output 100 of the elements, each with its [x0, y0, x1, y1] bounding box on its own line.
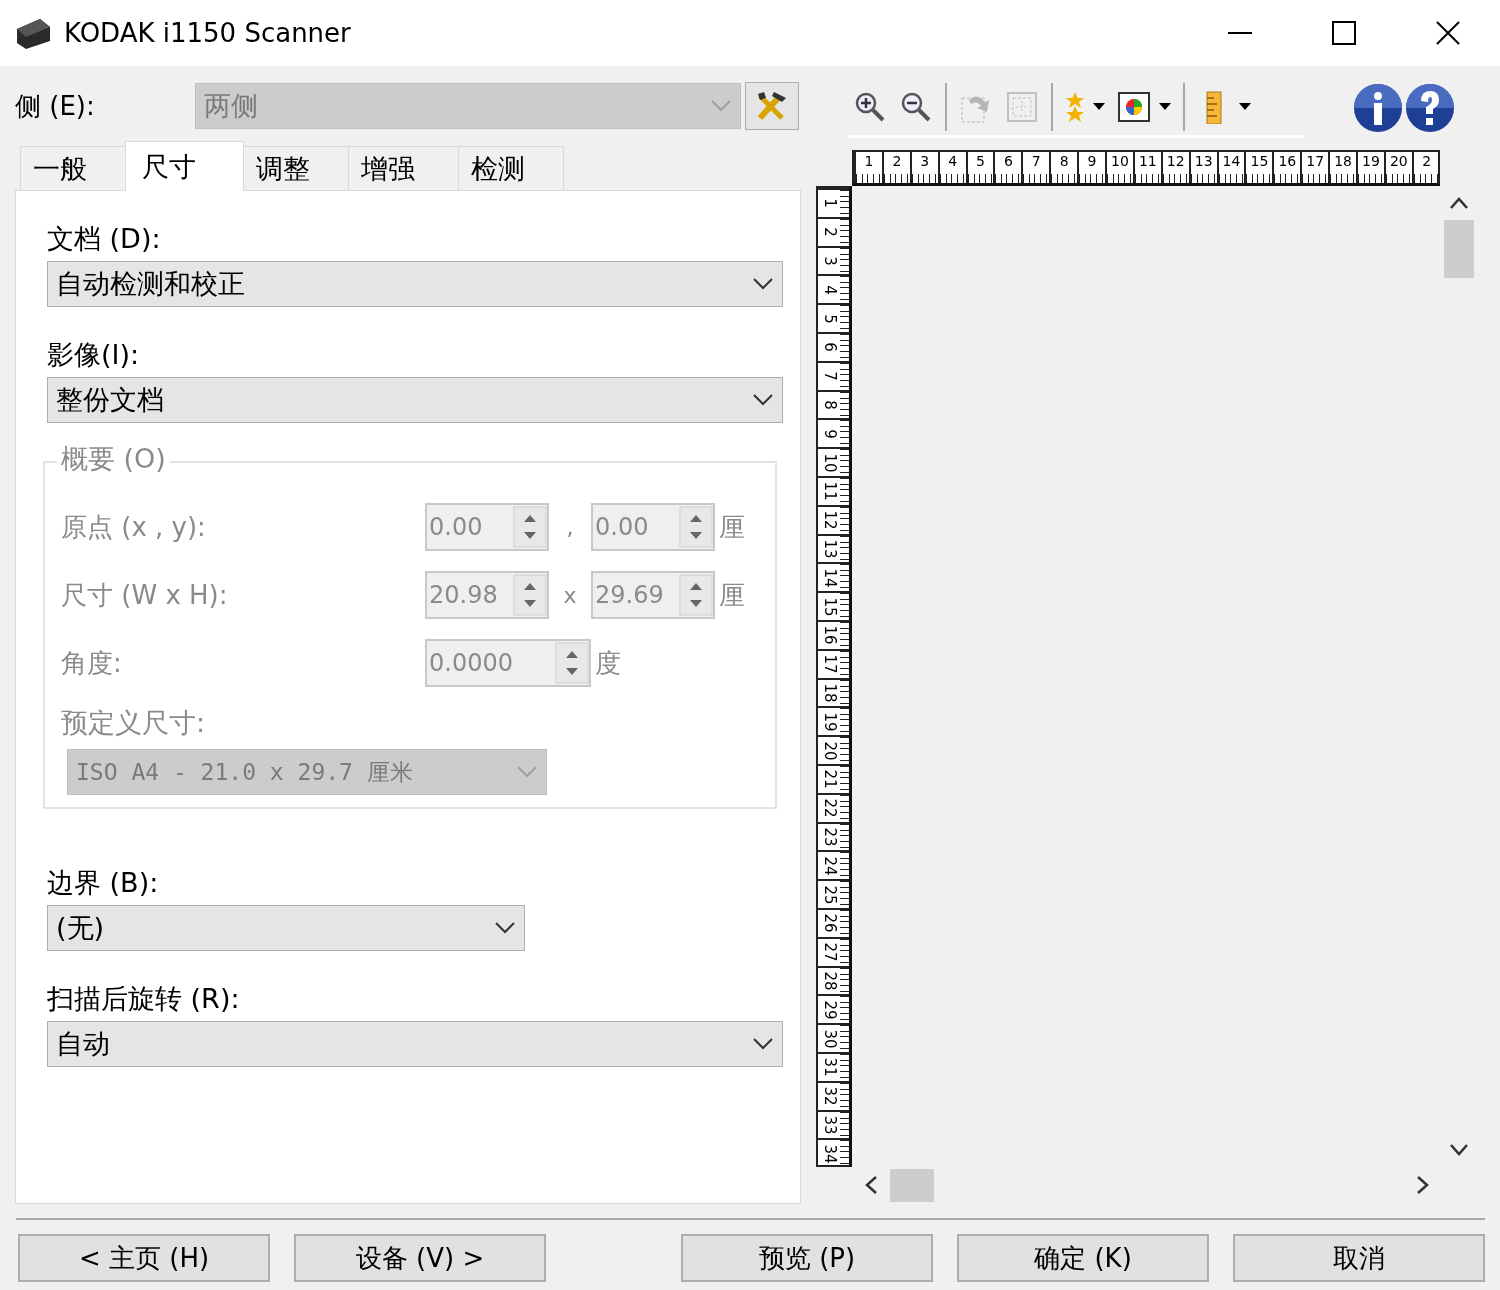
- separator-label: ,: [565, 514, 575, 540]
- ruler-number: 29: [821, 999, 839, 1020]
- color-wheel-icon: [1117, 89, 1151, 124]
- window-title: KODAK i1150 Scanner: [64, 18, 352, 48]
- ruler-number: 8: [1058, 152, 1070, 170]
- ruler-number: 20: [1388, 152, 1409, 170]
- field-label: 影像(I):: [47, 338, 141, 372]
- field-label: 尺寸 (W x H):: [61, 578, 229, 612]
- chevron-down-icon: [516, 765, 538, 779]
- ruler-number: 26: [821, 913, 839, 934]
- crop-frame-icon: [1005, 89, 1039, 124]
- ruler-number: 5: [975, 152, 986, 170]
- ruler-number: 16: [821, 625, 839, 646]
- dialog-button[interactable]: 预览 (P): [681, 1234, 933, 1282]
- ruler-number: 34: [821, 1143, 839, 1164]
- ruler-number: 32: [821, 1086, 839, 1107]
- dropdown[interactable]: 自动: [47, 1021, 783, 1067]
- dialog-button[interactable]: 取消: [1233, 1234, 1485, 1282]
- field-label: 角度:: [61, 646, 123, 680]
- minimize-icon: [1228, 32, 1252, 34]
- ruler-number: 13: [821, 538, 839, 559]
- chevron-down-icon: [752, 393, 774, 407]
- ruler-number: 7: [1030, 152, 1042, 170]
- ruler-number: 15: [1249, 152, 1270, 170]
- dialog-button[interactable]: 设备 (V) >: [294, 1234, 546, 1282]
- ruler-number: 15: [821, 596, 839, 617]
- ruler-number: 6: [1002, 152, 1014, 170]
- ruler-number: 21: [821, 769, 839, 790]
- ruler-number: 25: [821, 884, 839, 905]
- dropdown[interactable]: 自动检测和校正: [47, 261, 783, 307]
- dialog-button[interactable]: < 主页 (H): [18, 1234, 270, 1282]
- field-label: 文档 (D):: [47, 222, 162, 256]
- spin-arrows-icon: [513, 574, 547, 616]
- field-label: 边界 (B):: [47, 866, 160, 900]
- ruler-number: 5: [821, 312, 839, 326]
- ruler-number: 10: [821, 452, 839, 473]
- help-icon[interactable]: [1405, 83, 1455, 133]
- ruler-number: 33: [821, 1114, 839, 1135]
- tab[interactable]: 尺寸: [125, 141, 244, 191]
- ruler-number: 7: [821, 370, 839, 383]
- scroll-right-icon[interactable]: [1416, 1175, 1430, 1195]
- ruler-number: 31: [821, 1057, 839, 1078]
- ruler-number: 2: [1421, 152, 1433, 170]
- chevron-down-icon: [710, 99, 732, 113]
- scroll-down-icon[interactable]: [1449, 1143, 1469, 1157]
- scroll-thumb[interactable]: [1444, 220, 1474, 278]
- spin-arrows-icon: [679, 506, 713, 548]
- ruler-number: 4: [947, 152, 959, 170]
- settings-button[interactable]: [745, 82, 799, 130]
- spin-arrows-icon: [679, 574, 713, 616]
- chevron-down-icon: [752, 1037, 774, 1051]
- ruler-number: 1: [821, 197, 839, 211]
- ruler-number: 28: [821, 970, 839, 991]
- spin-arrows-icon: [555, 642, 589, 684]
- ruler-number: 17: [821, 654, 839, 675]
- ruler-number: 16: [1277, 152, 1298, 170]
- ruler-number: 19: [821, 711, 839, 732]
- ruler-number: 22: [821, 798, 839, 819]
- scroll-thumb[interactable]: [890, 1168, 934, 1202]
- unit-label: 度: [595, 646, 621, 680]
- chevron-down-icon: [752, 277, 774, 291]
- scroll-up-icon[interactable]: [1449, 196, 1469, 210]
- close-icon: [1436, 21, 1460, 45]
- dropdown-arrow-icon: [1239, 102, 1251, 111]
- dropdown-arrow-icon: [1159, 102, 1171, 111]
- chevron-down-icon: [494, 921, 516, 935]
- ruler-number: 27: [821, 942, 839, 963]
- dialog-button[interactable]: 确定 (K): [957, 1234, 1209, 1282]
- field-label: 侧 (E):: [15, 89, 96, 123]
- ruler-number: 11: [821, 481, 839, 502]
- ruler-number: 23: [821, 826, 839, 847]
- ruler-number: 2: [891, 152, 903, 170]
- dropdown-arrow-icon: [1093, 102, 1105, 111]
- ruler-number: 11: [1137, 152, 1158, 170]
- separator-label: x: [562, 582, 578, 608]
- ruler-number: 3: [821, 255, 839, 268]
- info-icon[interactable]: [1353, 83, 1403, 133]
- field-label: 扫描后旋转 (R):: [47, 982, 241, 1016]
- unit-label: 厘: [719, 510, 745, 544]
- ruler-number: 12: [1165, 152, 1186, 170]
- ruler-number: 13: [1193, 152, 1214, 170]
- tab[interactable]: 检测: [458, 146, 564, 190]
- ruler-number: 18: [821, 682, 839, 703]
- ruler-number: 14: [1221, 152, 1242, 170]
- scroll-left-icon[interactable]: [864, 1175, 878, 1195]
- ruler-number: 24: [821, 855, 839, 876]
- ruler-number: 19: [1361, 152, 1381, 170]
- ruler-number: 10: [1110, 152, 1130, 170]
- stars-icon: [1065, 90, 1085, 123]
- spin-arrows-icon: [513, 506, 547, 548]
- ruler-number: 18: [1333, 152, 1353, 170]
- ruler-number: 1: [863, 152, 875, 170]
- tab[interactable]: 一般: [20, 146, 126, 190]
- field-label: 原点 (x , y):: [61, 510, 207, 544]
- ruler-number: 2: [821, 226, 839, 239]
- ruler-number: 3: [919, 152, 931, 170]
- ruler-number: 17: [1305, 152, 1326, 170]
- ruler-number: 9: [821, 428, 839, 441]
- dropdown[interactable]: (无): [47, 905, 525, 951]
- dropdown[interactable]: 整份文档: [47, 377, 783, 423]
